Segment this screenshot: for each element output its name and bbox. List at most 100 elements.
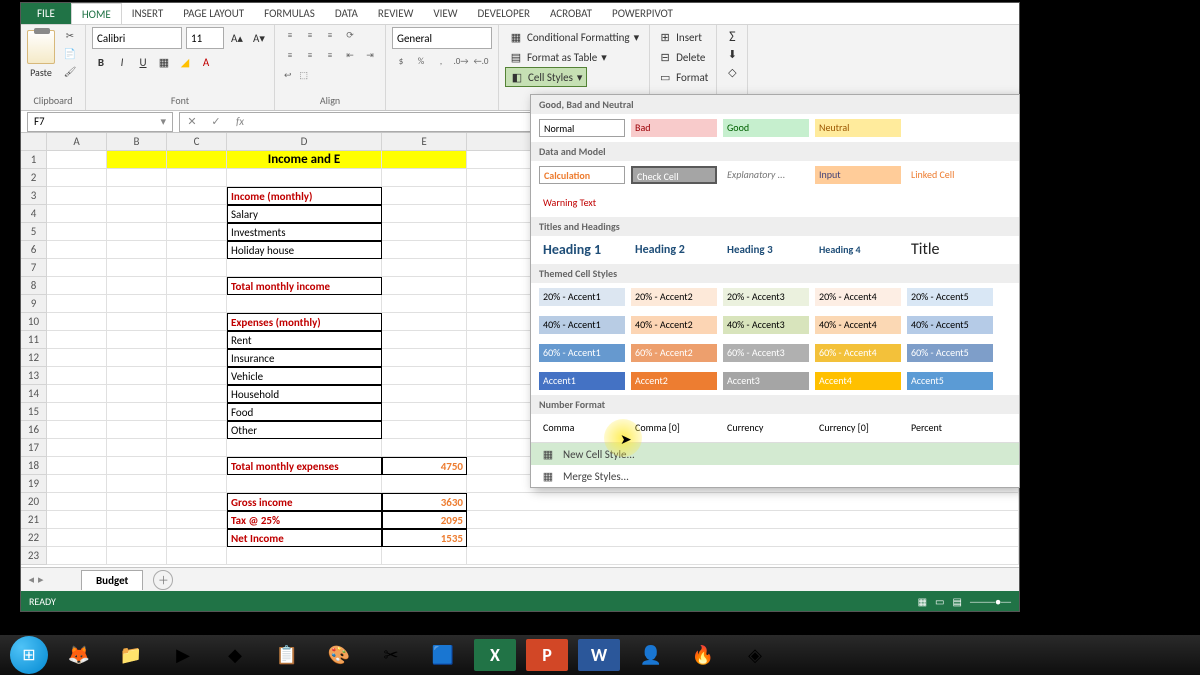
- cell[interactable]: [107, 385, 167, 403]
- style-heading-3[interactable]: Heading 3: [723, 241, 809, 259]
- row-header-14[interactable]: 14: [21, 385, 47, 403]
- cell[interactable]: [167, 241, 227, 259]
- row-header-16[interactable]: 16: [21, 421, 47, 439]
- style-40-accent1[interactable]: 40% - Accent1: [539, 316, 625, 334]
- cell[interactable]: [107, 529, 167, 547]
- cell[interactable]: [107, 403, 167, 421]
- font-select[interactable]: [92, 27, 182, 49]
- cancel-formula-button[interactable]: ✕: [180, 115, 204, 128]
- cell[interactable]: [47, 151, 107, 169]
- cell[interactable]: [382, 421, 467, 439]
- row-header-9[interactable]: 9: [21, 295, 47, 313]
- cell[interactable]: [167, 277, 227, 295]
- cell[interactable]: [47, 187, 107, 205]
- taskbar-word[interactable]: W: [578, 639, 620, 671]
- style-checkcell[interactable]: Check Cell: [631, 166, 717, 184]
- cell[interactable]: [107, 493, 167, 511]
- cell[interactable]: [107, 367, 167, 385]
- cell[interactable]: [47, 241, 107, 259]
- next-sheet-button[interactable]: ▸: [38, 573, 44, 586]
- cell[interactable]: [107, 241, 167, 259]
- cell[interactable]: [47, 529, 107, 547]
- tab-review[interactable]: REVIEW: [368, 3, 424, 24]
- increase-decimal-button[interactable]: .0→: [452, 53, 470, 69]
- cell[interactable]: [227, 439, 382, 457]
- row-header-1[interactable]: 1: [21, 151, 47, 169]
- cell[interactable]: [167, 421, 227, 439]
- cell[interactable]: [107, 187, 167, 205]
- col-header-C[interactable]: C: [167, 133, 227, 151]
- cell[interactable]: [382, 259, 467, 277]
- cell[interactable]: [47, 421, 107, 439]
- row-header-15[interactable]: 15: [21, 403, 47, 421]
- style-accent1[interactable]: Accent1: [539, 372, 625, 390]
- cell[interactable]: [227, 295, 382, 313]
- cell[interactable]: [382, 187, 467, 205]
- cell[interactable]: [167, 475, 227, 493]
- cell[interactable]: [467, 511, 1019, 529]
- style-60-accent3[interactable]: 60% - Accent3: [723, 344, 809, 362]
- style-20-accent3[interactable]: 20% - Accent3: [723, 288, 809, 306]
- cell[interactable]: [382, 385, 467, 403]
- decrease-indent-button[interactable]: ⇤: [341, 47, 359, 63]
- cell[interactable]: [47, 493, 107, 511]
- taskbar-app6[interactable]: 🔥: [682, 639, 724, 671]
- cell[interactable]: [47, 259, 107, 277]
- style-good[interactable]: Good: [723, 119, 809, 137]
- style-40-accent4[interactable]: 40% - Accent4: [815, 316, 901, 334]
- style-40-accent2[interactable]: 40% - Accent2: [631, 316, 717, 334]
- row-header-19[interactable]: 19: [21, 475, 47, 493]
- enter-formula-button[interactable]: ✓: [204, 115, 228, 128]
- cell[interactable]: [47, 205, 107, 223]
- style-heading-2[interactable]: Heading 2: [631, 241, 717, 259]
- tab-acrobat[interactable]: ACROBAT: [540, 3, 602, 24]
- taskbar-explorer[interactable]: 📁: [110, 639, 152, 671]
- insert-function-button[interactable]: fx: [228, 115, 252, 128]
- cell[interactable]: Total monthly expenses: [227, 457, 382, 475]
- cell[interactable]: [107, 547, 167, 565]
- style-comma0[interactable]: Comma [0]: [631, 419, 717, 437]
- row-header-21[interactable]: 21: [21, 511, 47, 529]
- cell[interactable]: [47, 313, 107, 331]
- cell[interactable]: [47, 349, 107, 367]
- number-format-select[interactable]: [392, 27, 492, 49]
- cell[interactable]: [167, 349, 227, 367]
- cell[interactable]: [382, 205, 467, 223]
- view-normal-icon[interactable]: ▦: [918, 595, 927, 608]
- cell[interactable]: [167, 187, 227, 205]
- row-header-6[interactable]: 6: [21, 241, 47, 259]
- conditional-formatting-button[interactable]: ▦Conditional Formatting▾: [505, 27, 643, 47]
- cell[interactable]: [167, 439, 227, 457]
- row-header-7[interactable]: 7: [21, 259, 47, 277]
- cell[interactable]: [107, 169, 167, 187]
- cell[interactable]: [167, 493, 227, 511]
- cell[interactable]: Net Income: [227, 529, 382, 547]
- cell[interactable]: Gross income: [227, 493, 382, 511]
- cell[interactable]: Tax @ 25%: [227, 511, 382, 529]
- row-header-11[interactable]: 11: [21, 331, 47, 349]
- cell[interactable]: [47, 367, 107, 385]
- style-percent[interactable]: Percent: [907, 419, 993, 437]
- start-button[interactable]: ⊞: [10, 636, 48, 674]
- taskbar-firefox[interactable]: 🦊: [58, 639, 100, 671]
- row-header-8[interactable]: 8: [21, 277, 47, 295]
- cell[interactable]: Income and E: [227, 151, 382, 169]
- autosum-button[interactable]: Σ: [723, 27, 741, 45]
- style-60-accent5[interactable]: 60% - Accent5: [907, 344, 993, 362]
- cell[interactable]: [167, 385, 227, 403]
- style-normal[interactable]: Normal: [539, 119, 625, 137]
- font-color-button[interactable]: A: [197, 53, 215, 71]
- cut-button[interactable]: ✂: [61, 27, 79, 43]
- style-explanatory[interactable]: Explanatory ...: [723, 166, 809, 184]
- style-accent2[interactable]: Accent2: [631, 372, 717, 390]
- cell[interactable]: [47, 277, 107, 295]
- taskbar-app4[interactable]: 🟦: [422, 639, 464, 671]
- taskbar-powerpoint[interactable]: P: [526, 639, 568, 671]
- view-break-icon[interactable]: ▤: [953, 595, 962, 608]
- cell[interactable]: [382, 367, 467, 385]
- cell[interactable]: [47, 547, 107, 565]
- cell[interactable]: [47, 511, 107, 529]
- cell[interactable]: [227, 475, 382, 493]
- cell[interactable]: Vehicle: [227, 367, 382, 385]
- col-header-B[interactable]: B: [107, 133, 167, 151]
